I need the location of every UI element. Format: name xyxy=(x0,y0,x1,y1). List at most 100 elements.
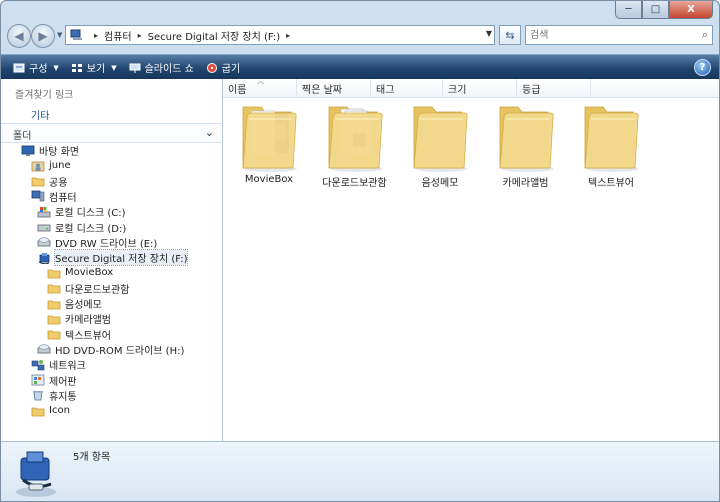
folder-item-name: MovieBox xyxy=(244,174,294,185)
tree-item[interactable]: Icon xyxy=(31,403,70,418)
favorite-link-more[interactable]: 기타 xyxy=(31,107,49,122)
tree-item[interactable]: 로컬 디스크 (D:) xyxy=(37,220,126,235)
command-bar: 구성 ▼ 보기 ▼ 슬라이드 쇼 굽기 ? xyxy=(1,54,719,80)
tree-item-label: 바탕 화면 xyxy=(39,147,79,158)
column-header[interactable]: 태그 xyxy=(371,79,443,97)
breadcrumb-item[interactable]: Secure Digital 저장 장치 (F:) xyxy=(148,28,280,43)
address-dropdown-icon[interactable]: ▼ xyxy=(486,29,492,38)
folder-item[interactable]: 카메라앨범 xyxy=(486,99,566,199)
column-headers: ︿ 이름 찍은 날짜 태그 크기 등급 xyxy=(223,77,719,98)
desktop-icon xyxy=(21,145,35,156)
breadcrumb-separator-icon[interactable]: ▸ xyxy=(138,31,142,40)
folder-item-name: 카메라앨범 xyxy=(502,178,549,189)
favorite-links-header: 즐겨찾기 링크 xyxy=(15,90,74,101)
explorer-window: ─ □ X ◀ ▶ ▼ ▸ 컴퓨터 ▸ Secure Digital 저장 장치 (F… xyxy=(0,0,720,502)
tree-item[interactable]: 바탕 화면 xyxy=(21,143,79,158)
folder-item-name: 음성메모 xyxy=(421,178,459,189)
tree-item[interactable]: 휴지통 xyxy=(31,388,77,403)
burn-button[interactable]: 굽기 xyxy=(206,58,240,78)
tree-item[interactable]: 로컬 디스크 (C:) xyxy=(37,204,126,219)
tree-item[interactable]: 네트워크 xyxy=(31,357,86,372)
folder-item[interactable]: 다운로드보관함 xyxy=(315,99,395,199)
drive-icon xyxy=(37,224,51,232)
tree-item-label: HD DVD-ROM 드라이브 (H:) xyxy=(55,345,185,357)
column-header[interactable]: 이름 xyxy=(223,79,297,97)
tree-item-label: 공용 xyxy=(49,177,68,189)
folder-icon xyxy=(413,106,468,172)
folder-item[interactable]: 텍스트뷰어 xyxy=(571,99,651,199)
folder-icon xyxy=(47,315,61,325)
sd-card-icon xyxy=(16,451,56,497)
details-pane: 5개 항목 xyxy=(1,441,719,501)
column-header[interactable]: 등급 xyxy=(517,79,591,97)
folder-icon xyxy=(328,106,383,172)
recycle-bin-icon xyxy=(33,391,43,401)
search-box[interactable]: ⌕ xyxy=(525,25,713,45)
breadcrumb-separator-icon[interactable]: ▸ xyxy=(286,31,290,40)
slideshow-label: 슬라이드 쇼 xyxy=(144,64,194,75)
folder-icon xyxy=(31,407,45,416)
tree-item-label: 제어판 xyxy=(49,376,77,388)
chevron-down-icon: ▼ xyxy=(111,63,117,72)
tree-item-label: Secure Digital 저장 장치 (F:) xyxy=(53,249,189,267)
control-panel-icon xyxy=(31,374,45,386)
search-input[interactable] xyxy=(530,28,690,42)
close-button[interactable]: X xyxy=(669,1,713,19)
chevron-down-icon[interactable]: ⌄ xyxy=(205,126,214,139)
tree-item[interactable]: 제어판 xyxy=(31,373,77,388)
tree-item-label: 휴지통 xyxy=(49,391,77,403)
tree-item-label: MovieBox xyxy=(65,267,114,279)
column-header[interactable]: 찍은 날짜 xyxy=(297,79,371,97)
tree-item[interactable]: 음성메모 xyxy=(47,296,102,311)
computer-icon xyxy=(31,190,45,202)
tree-item[interactable]: MovieBox xyxy=(47,265,113,280)
history-dropdown-icon[interactable]: ▼ xyxy=(57,31,62,39)
help-button[interactable]: ? xyxy=(694,59,711,76)
burn-label: 굽기 xyxy=(221,64,241,75)
tree-item-label: 로컬 디스크 (C:) xyxy=(55,208,126,220)
folder-icon xyxy=(31,177,45,187)
folder-icon xyxy=(47,330,61,340)
slideshow-icon xyxy=(129,63,141,73)
views-label: 보기 xyxy=(86,64,106,75)
system-drive-icon xyxy=(37,206,51,218)
breadcrumb: ▸ 컴퓨터 ▸ Secure Digital 저장 장치 (F:) ▸ xyxy=(88,28,296,43)
breadcrumb-separator-icon[interactable]: ▸ xyxy=(94,31,98,40)
folders-header[interactable]: 폴더 ⌄ xyxy=(1,123,222,143)
tree-item[interactable]: 컴퓨터 xyxy=(31,189,77,204)
back-button[interactable]: ◀ xyxy=(7,24,31,48)
organize-icon xyxy=(13,63,25,72)
folder-item[interactable]: 음성메모 xyxy=(400,99,480,199)
breadcrumb-item[interactable]: 컴퓨터 xyxy=(104,28,132,43)
tree-item[interactable]: 공용 xyxy=(31,174,67,189)
tree-item[interactable]: 다운로드보관함 xyxy=(47,281,129,296)
forward-button[interactable]: ▶ xyxy=(31,24,55,48)
tree-item[interactable]: 텍스트뷰어 xyxy=(47,327,111,342)
views-icon xyxy=(71,63,82,72)
tree-item[interactable]: Secure Digital 저장 장치 (F:) xyxy=(37,249,189,267)
item-count: 5개 항목 xyxy=(73,452,111,463)
tree-item-label: june xyxy=(49,160,71,172)
folder-icon xyxy=(47,300,61,309)
refresh-button[interactable]: ⇆ xyxy=(499,25,521,45)
tree-item-label: 텍스트뷰어 xyxy=(65,330,111,342)
views-button[interactable]: 보기 ▼ xyxy=(71,58,117,78)
tree-item[interactable]: DVD RW 드라이브 (E:) xyxy=(37,235,157,250)
tree-item[interactable]: HD DVD-ROM 드라이브 (H:) xyxy=(37,342,184,357)
tree-item-label: 다운로드보관함 xyxy=(65,284,130,296)
folder-item-name: 다운로드보관함 xyxy=(322,178,387,189)
search-icon[interactable]: ⌕ xyxy=(702,28,708,42)
column-header[interactable]: 크기 xyxy=(443,79,517,97)
slideshow-button[interactable]: 슬라이드 쇼 xyxy=(129,58,194,78)
address-bar[interactable]: ▸ 컴퓨터 ▸ Secure Digital 저장 장치 (F:) ▸ ▼ xyxy=(65,25,495,45)
chevron-down-icon: ▼ xyxy=(53,63,59,72)
organize-button[interactable]: 구성 ▼ xyxy=(13,58,59,78)
file-list-pane: ︿ 이름 찍은 날짜 태그 크기 등급 MovieBox 다운로드보관함 음성메모 카메라앨범… xyxy=(223,77,719,441)
folder-icon xyxy=(47,284,61,294)
tree-item[interactable]: june xyxy=(31,158,71,173)
minimize-button[interactable]: ─ xyxy=(615,1,642,19)
maximize-button[interactable]: □ xyxy=(642,1,669,19)
tree-item[interactable]: 카메라앨범 xyxy=(47,311,111,326)
folder-icon xyxy=(584,106,639,172)
folder-item[interactable]: MovieBox xyxy=(229,99,309,199)
